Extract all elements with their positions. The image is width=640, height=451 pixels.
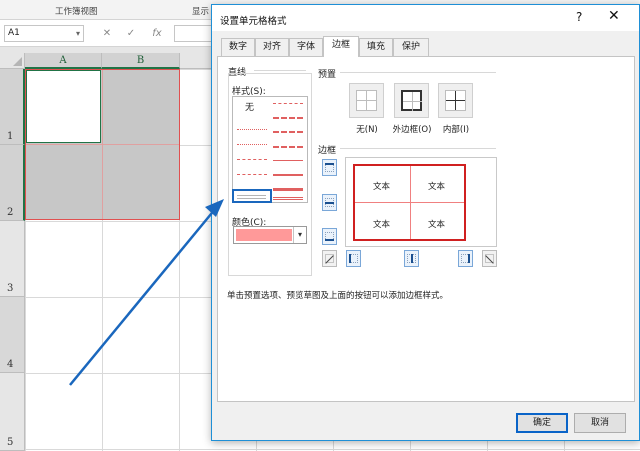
name-box[interactable]: A1 ▾ — [4, 25, 84, 42]
line-style-medium-dashed[interactable] — [273, 146, 303, 148]
column-header-b[interactable]: B — [102, 53, 180, 69]
row-header-4[interactable]: 4 — [0, 297, 25, 373]
diagonal-up-button[interactable] — [322, 250, 337, 267]
border-middle-vertical-button[interactable] — [404, 250, 419, 267]
tab-border[interactable]: 边框 — [323, 36, 359, 57]
preset-outline-label[interactable]: 外边框(O) — [387, 123, 437, 135]
diagonal-down-button[interactable] — [482, 250, 497, 267]
border-group-label: 边框 — [318, 146, 337, 156]
row-number: 3 — [7, 283, 14, 294]
enter-formula-icon[interactable]: ✓ — [122, 25, 140, 42]
line-style-medium[interactable] — [273, 174, 303, 176]
line-style-dotted[interactable] — [237, 144, 267, 145]
border-outline-icon — [401, 90, 422, 111]
preview-inner-horizontal — [355, 202, 464, 203]
line-style-slant-dash-dot[interactable] — [273, 117, 303, 119]
range-divider — [26, 144, 179, 145]
border-right-button[interactable] — [458, 250, 473, 267]
border-none-icon — [356, 90, 377, 111]
active-cell[interactable] — [26, 70, 101, 143]
ok-button[interactable]: 确定 — [516, 413, 568, 433]
chevron-down-icon[interactable]: ▾ — [293, 227, 306, 243]
help-icon[interactable]: ? — [576, 10, 582, 24]
ribbon-tab-workbook-views[interactable]: 工作簿视图 — [55, 5, 98, 17]
preset-inside-button[interactable] — [438, 83, 473, 118]
ribbon-tab-show[interactable]: 显示 — [192, 5, 209, 17]
preview-text: 文本 — [428, 220, 446, 230]
line-style-medium-dash-dot-dot[interactable] — [273, 103, 303, 104]
preview-text: 文本 — [373, 182, 391, 192]
row-header-5[interactable]: 5 — [0, 373, 25, 451]
line-style-double[interactable] — [273, 197, 303, 200]
tab-font[interactable]: 字体 — [289, 38, 323, 56]
border-top-button[interactable] — [322, 159, 337, 176]
border-preview[interactable]: 文本 文本 文本 文本 — [345, 157, 497, 247]
tab-fill[interactable]: 填充 — [359, 38, 393, 56]
line-style-thick[interactable] — [273, 188, 303, 191]
preset-none-label[interactable]: 无(N) — [342, 123, 392, 135]
column-header-a[interactable]: A — [25, 53, 102, 69]
border-inside-icon — [445, 90, 466, 111]
line-style-thin[interactable] — [273, 160, 303, 161]
row-number: 2 — [7, 207, 14, 218]
color-swatch — [236, 229, 292, 241]
cancel-formula-icon[interactable]: ✕ — [98, 25, 116, 42]
line-style-medium-dash-dot[interactable] — [273, 131, 303, 133]
format-cells-dialog: 设置单元格格式 ? ✕ 数字 对齐 字体 边框 填充 保护 直线 样式(S): … — [211, 4, 640, 441]
dialog-titlebar: 设置单元格格式 ? ✕ — [212, 5, 639, 31]
border-bottom-button[interactable] — [322, 228, 337, 245]
border-left-button[interactable] — [346, 250, 361, 267]
preset-none-button[interactable] — [349, 83, 384, 118]
row-number: 5 — [7, 437, 14, 448]
selected-line-style[interactable] — [232, 189, 272, 203]
group-separator — [340, 148, 496, 149]
border-panel: 直线 样式(S): 无 颜色(C): ▾ 预置 无(N) 外边框(O) 内部(I… — [217, 56, 635, 402]
row-header-3[interactable]: 3 — [0, 221, 25, 297]
insert-function-icon[interactable]: fx — [148, 25, 166, 42]
select-all-corner[interactable] — [0, 53, 25, 69]
group-separator — [254, 70, 306, 71]
preset-group-label: 预置 — [318, 70, 337, 80]
chevron-down-icon[interactable]: ▾ — [76, 26, 80, 41]
preview-text: 文本 — [373, 220, 391, 230]
preview-text: 文本 — [428, 182, 446, 192]
tab-protection[interactable]: 保护 — [393, 38, 429, 56]
line-color-dropdown[interactable]: ▾ — [233, 226, 307, 244]
cancel-button[interactable]: 取消 — [574, 413, 626, 433]
line-style-dash-dot[interactable] — [237, 174, 267, 175]
row-number: 1 — [7, 131, 14, 142]
tab-alignment[interactable]: 对齐 — [255, 38, 289, 56]
style-none[interactable]: 无 — [245, 100, 254, 113]
preview-box: 文本 文本 文本 文本 — [353, 164, 466, 241]
row-header-2[interactable]: 2 — [0, 145, 25, 221]
close-icon[interactable]: ✕ — [608, 8, 620, 24]
name-box-value: A1 — [8, 28, 20, 38]
dialog-title: 设置单元格格式 — [220, 16, 287, 27]
preset-inside-label[interactable]: 内部(I) — [431, 123, 481, 135]
line-style-list[interactable]: 无 — [232, 96, 308, 203]
border-middle-horizontal-button[interactable] — [322, 194, 337, 211]
hint-text: 单击预置选项、预览草图及上面的按钮可以添加边框样式。 — [227, 291, 449, 301]
line-style-hair[interactable] — [237, 129, 267, 130]
row-header-1[interactable]: 1 — [0, 69, 25, 145]
line-style-dash-dot-dot[interactable] — [237, 159, 267, 160]
preset-outline-button[interactable] — [394, 83, 429, 118]
row-number: 4 — [7, 359, 14, 370]
group-separator — [340, 72, 496, 73]
tab-number[interactable]: 数字 — [221, 38, 255, 56]
